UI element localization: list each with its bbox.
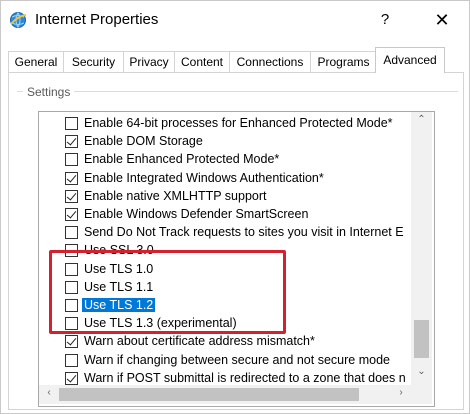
scroll-down-arrow-icon[interactable]: ⌄ [411,366,432,377]
setting-checkbox[interactable] [65,371,78,385]
setting-label: Send Do Not Track requests to sites you … [84,225,404,240]
vertical-scrollbar[interactable]: ⌃ ⌄ [411,112,432,385]
setting-label: Enable Integrated Windows Authentication… [84,170,324,185]
close-button[interactable]: ✕ [427,7,457,33]
scroll-right-arrow-icon[interactable]: › [393,387,409,398]
internet-globe-icon [10,12,27,28]
settings-list-item[interactable]: Enable 64-bit processes for Enhanced Pro… [39,115,411,133]
scrollbar-corner [411,385,432,404]
horizontal-scroll-thumb[interactable] [59,388,359,401]
setting-checkbox[interactable] [65,135,78,149]
dialog-window: Internet Properties ? ✕ General Security… [0,0,470,414]
setting-checkbox[interactable] [65,335,78,349]
tls-highlight-box [49,250,286,334]
settings-list-item[interactable]: Enable native XMLHTTP support [39,188,411,206]
setting-checkbox[interactable] [65,189,78,203]
tab-advanced[interactable]: Advanced [375,47,445,73]
setting-label: Enable native XMLHTTP support [84,188,267,203]
setting-label: Enable 64-bit processes for Enhanced Pro… [84,116,393,130]
setting-checkbox[interactable] [65,171,78,185]
scroll-left-arrow-icon[interactable]: ‹ [41,387,57,398]
scroll-up-arrow-icon[interactable]: ⌃ [411,114,432,125]
setting-label: Enable Windows Defender SmartScreen [84,207,309,221]
tab-security[interactable]: Security [63,51,124,72]
window-title: Internet Properties [35,11,159,28]
settings-group-label: Settings [23,85,75,99]
settings-list-item[interactable]: Enable Integrated Windows Authentication… [39,170,411,188]
settings-group-line [17,91,458,92]
setting-checkbox[interactable] [65,208,78,221]
setting-checkbox[interactable] [65,226,78,240]
setting-checkbox[interactable] [65,153,78,167]
settings-list-item[interactable]: Enable DOM Storage [39,133,411,151]
settings-list-item[interactable]: Enable Windows Defender SmartScreen [39,206,411,224]
tab-privacy[interactable]: Privacy [123,51,175,72]
setting-checkbox[interactable] [65,117,78,130]
title-bar: Internet Properties ? ✕ [1,1,469,39]
tab-content[interactable]: Content [174,51,230,72]
help-button[interactable]: ? [372,7,398,33]
settings-list-item[interactable]: Enable Enhanced Protected Mode* [39,151,411,169]
settings-list-item[interactable]: Warn about certificate address mismatch* [39,333,411,351]
setting-label: Warn if POST submittal is redirected to … [84,370,406,385]
tab-programs[interactable]: Programs [310,51,377,72]
setting-label: Enable Enhanced Protected Mode* [84,152,280,167]
setting-label: Enable DOM Storage [84,134,203,149]
setting-label: Warn about certificate address mismatch* [84,334,315,349]
vertical-scroll-thumb[interactable] [414,320,429,358]
horizontal-scrollbar[interactable]: ‹ › [39,385,411,404]
settings-list-item[interactable]: Warn if changing between secure and not … [39,352,411,370]
setting-checkbox[interactable] [65,353,78,367]
setting-label: Warn if changing between secure and not … [84,352,390,367]
tab-connections[interactable]: Connections [229,51,311,72]
settings-list-item[interactable]: Send Do Not Track requests to sites you … [39,224,411,242]
tab-general[interactable]: General [8,51,64,72]
